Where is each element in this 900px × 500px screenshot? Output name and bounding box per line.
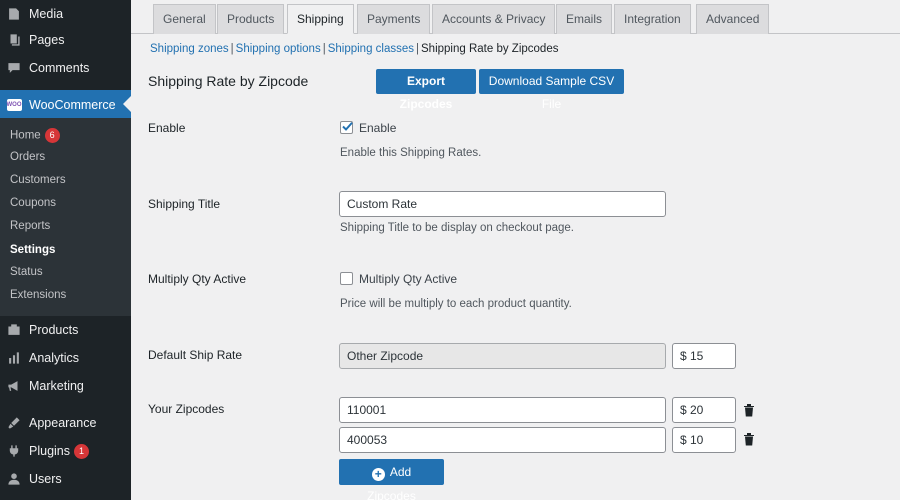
pages-icon — [7, 33, 21, 47]
menu-plugins[interactable]: Plugins 1 — [0, 437, 131, 465]
submenu-status[interactable]: Status — [10, 266, 43, 278]
enable-checkbox[interactable] — [340, 121, 353, 134]
users-icon — [7, 472, 21, 486]
multiply-qty-checkbox[interactable] — [340, 272, 353, 285]
default-rate-label: Default Ship Rate — [148, 348, 243, 362]
shipping-title-input[interactable]: Custom Rate — [339, 191, 666, 217]
analytics-icon — [7, 351, 21, 365]
subnav-separator: | — [416, 43, 420, 55]
woocommerce-icon: WOO — [6, 98, 22, 112]
tab-accounts-privacy[interactable]: Accounts & Privacy — [432, 4, 556, 34]
submenu-settings[interactable]: Settings — [10, 244, 55, 256]
shipping-subnav: Shipping zones | Shipping options | Shipping… — [150, 43, 558, 55]
subnav-current: Shipping Rate by Zipcodes — [421, 43, 559, 55]
zipcode-input[interactable]: 400053 — [339, 427, 666, 453]
subnav-shipping-classes[interactable]: Shipping classes — [328, 43, 414, 55]
submenu-reports[interactable]: Reports — [10, 220, 50, 232]
menu-pages[interactable]: Pages — [0, 26, 131, 54]
menu-label: Analytics — [29, 351, 80, 365]
tab-integration[interactable]: Integration — [614, 4, 691, 34]
subnav-shipping-zones[interactable]: Shipping zones — [150, 43, 229, 55]
zipcode-rate-input[interactable]: $ 10 — [672, 427, 736, 453]
tab-products[interactable]: Products — [217, 4, 285, 34]
appearance-icon — [7, 416, 21, 430]
menu-label: Media — [29, 7, 64, 21]
submenu-customers[interactable]: Customers — [10, 174, 66, 186]
zipcode-rate-input[interactable]: $ 20 — [672, 397, 736, 423]
media-icon — [7, 7, 21, 21]
default-rate-input[interactable]: $ 15 — [672, 343, 736, 369]
woocommerce-submenu: Home 6 Orders Customers Coupons Reports S… — [0, 118, 131, 316]
menu-products[interactable]: Products — [0, 316, 131, 344]
menu-comments[interactable]: Comments — [0, 54, 131, 82]
page-title: Shipping Rate by Zipcode — [148, 73, 309, 89]
tab-emails[interactable]: Emails — [556, 4, 613, 34]
subnav-separator: | — [230, 43, 234, 55]
menu-label: Plugins — [29, 444, 70, 458]
tab-payments[interactable]: Payments — [357, 4, 431, 34]
add-zipcodes-button[interactable]: + Add Zipcodes — [339, 459, 444, 500]
enable-description: Enable this Shipping Rates. — [340, 147, 482, 159]
menu-label: Marketing — [29, 379, 84, 393]
menu-label: WooCommerce — [29, 97, 116, 112]
menu-marketing[interactable]: Marketing — [0, 372, 131, 400]
subnav-shipping-options[interactable]: Shipping options — [236, 43, 321, 55]
menu-label: Comments — [29, 61, 90, 75]
menu-media[interactable]: Media — [0, 0, 131, 28]
export-zipcodes-button[interactable]: Export Zipcodes — [376, 69, 476, 111]
multiply-qty-description: Price will be multiply to each product q… — [340, 298, 572, 310]
enable-label: Enable — [148, 121, 186, 135]
multiply-qty-label: Multiply Qty Active — [148, 272, 247, 286]
submenu-coupons[interactable]: Coupons — [10, 197, 56, 209]
menu-woocommerce[interactable]: WOO WooCommerce — [0, 90, 131, 119]
checkmark-icon — [342, 122, 353, 131]
tab-general[interactable]: General — [153, 4, 216, 34]
shipping-title-description: Shipping Title to be display on checkout… — [340, 222, 574, 234]
zipcodes-label: Your Zipcodes — [148, 402, 225, 416]
multiply-qty-checkbox-label[interactable]: Multiply Qty Active — [359, 272, 457, 286]
submenu-orders[interactable]: Orders — [10, 151, 45, 163]
comments-icon — [7, 61, 21, 75]
submenu-extensions[interactable]: Extensions — [10, 289, 66, 301]
download-sample-csv-button[interactable]: Download Sample CSV File — [479, 69, 624, 111]
shipping-title-label: Shipping Title — [148, 197, 221, 211]
menu-label: Appearance — [29, 416, 97, 430]
menu-analytics[interactable]: Analytics — [0, 344, 131, 372]
zipcode-input[interactable]: 110001 — [339, 397, 666, 423]
plus-icon: + — [371, 468, 385, 481]
menu-label: Users — [29, 472, 62, 486]
menu-users[interactable]: Users — [0, 465, 131, 493]
default-zipcode-field: Other Zipcode — [339, 343, 666, 369]
enable-checkbox-label[interactable]: Enable — [359, 121, 396, 135]
tab-advanced[interactable]: Advanced — [696, 4, 770, 34]
admin-sidebar: Media Pages Comments WOO WooCommerce Hom… — [0, 0, 131, 500]
submenu-home[interactable]: Home 6 — [10, 128, 60, 143]
products-icon — [7, 323, 21, 337]
subnav-separator: | — [322, 43, 326, 55]
trash-icon[interactable] — [743, 403, 755, 417]
menu-label: Pages — [29, 33, 65, 47]
notification-badge: 6 — [44, 128, 60, 143]
trash-icon[interactable] — [743, 432, 755, 446]
menu-label: Products — [29, 323, 79, 337]
menu-appearance[interactable]: Appearance — [0, 409, 131, 437]
tab-shipping[interactable]: Shipping — [287, 4, 354, 34]
plugins-icon — [7, 444, 21, 458]
marketing-icon — [7, 379, 21, 393]
notification-badge: 1 — [74, 443, 89, 459]
